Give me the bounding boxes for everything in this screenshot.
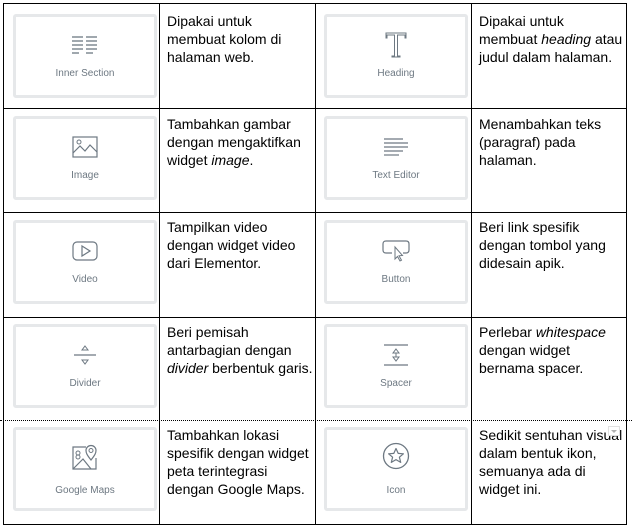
widget-label: Icon xyxy=(386,485,406,496)
description-text: Tampilkan video dengan widget video dari… xyxy=(167,219,296,271)
widget-cell: Icon xyxy=(316,421,471,524)
video-icon xyxy=(16,237,154,265)
widget-cell: Image xyxy=(4,109,159,212)
widget-card-google-maps[interactable]: Google Maps xyxy=(13,427,157,511)
description-text: Perlebar whitespace dengan widget bernam… xyxy=(479,324,606,376)
table-row: Inner Section Dipakai untuk membuat kolo… xyxy=(4,4,626,108)
inner-section-icon xyxy=(16,31,154,59)
widget-label: Google Maps xyxy=(55,485,115,496)
widget-card-divider[interactable]: Divider xyxy=(13,324,157,408)
widget-table: Inner Section Dipakai untuk membuat kolo… xyxy=(0,3,632,525)
widget-cell: Heading xyxy=(316,4,471,108)
image-icon xyxy=(16,133,154,161)
description-text: Sedikit sentuhan visual dalam bentuk iko… xyxy=(479,427,623,497)
button-icon xyxy=(327,237,465,265)
widget-card-heading[interactable]: Heading xyxy=(324,14,468,98)
widget-card-text-editor[interactable]: Text Editor xyxy=(324,116,468,200)
description-text: Dipakai untuk membuat heading atau judul… xyxy=(479,13,623,65)
spacer-icon xyxy=(327,341,465,369)
widget-card-video[interactable]: Video xyxy=(13,220,157,304)
description-cell: Dipakai untuk membuat kolom di halaman w… xyxy=(160,4,315,108)
widget-label: Video xyxy=(72,274,98,285)
widget-cell: Spacer xyxy=(316,318,471,420)
table-row: Google Maps Tambahkan lokasi spesifik de… xyxy=(4,421,626,524)
description-cell: Sedikit sentuhan visual dalam bentuk iko… xyxy=(472,421,626,524)
description-text: Dipakai untuk membuat kolom di halaman w… xyxy=(167,13,282,65)
widget-label: Text Editor xyxy=(372,170,420,181)
widget-label: Heading xyxy=(377,68,415,79)
description-text: Beri link spesifik dengan tombol yang di… xyxy=(479,219,606,271)
widget-card-inner-section[interactable]: Inner Section xyxy=(13,14,157,98)
widget-card-icon[interactable]: Icon xyxy=(324,427,468,511)
widget-card-button[interactable]: Button xyxy=(324,220,468,304)
widget-label: Button xyxy=(381,274,411,285)
star-icon xyxy=(327,442,465,470)
description-cell: Tambahkan gambar dengan mengaktifkan wid… xyxy=(160,109,315,212)
table-row: Divider Beri pemisah antarbagian dengan … xyxy=(4,318,626,420)
description-text: Tambahkan gambar dengan mengaktifkan wid… xyxy=(167,116,301,168)
widget-cell: Text Editor xyxy=(316,109,471,212)
divider-icon xyxy=(16,341,154,369)
widget-card-image[interactable]: Image xyxy=(13,116,157,200)
table-row: Video Tampilkan video dengan widget vide… xyxy=(4,213,626,317)
widget-cell: Video xyxy=(4,213,159,317)
widget-label: Image xyxy=(71,170,99,181)
description-text: Beri pemisah antarbagian dengan divider … xyxy=(167,324,313,376)
description-cell: Beri pemisah antarbagian dengan divider … xyxy=(160,318,315,420)
widget-label: Inner Section xyxy=(55,68,115,79)
cell-dropdown-button[interactable] xyxy=(608,426,620,436)
widget-cell: Button xyxy=(316,213,471,317)
description-text: Tambahkan lokasi spesifik dengan widget … xyxy=(167,427,309,497)
description-cell: Perlebar whitespace dengan widget bernam… xyxy=(472,318,626,420)
description-cell: Menambahkan teks (paragraf) pada halaman… xyxy=(472,109,626,212)
description-cell: Dipakai untuk membuat heading atau judul… xyxy=(472,4,626,108)
widget-label: Divider xyxy=(69,378,101,389)
widget-cell: Inner Section xyxy=(4,4,159,108)
description-cell: Tambahkan lokasi spesifik dengan widget … xyxy=(160,421,315,524)
widget-label: Spacer xyxy=(380,378,412,389)
widget-card-spacer[interactable]: Spacer xyxy=(324,324,468,408)
description-text: Menambahkan teks (paragraf) pada halaman… xyxy=(479,116,602,168)
description-cell: Tampilkan video dengan widget video dari… xyxy=(160,213,315,317)
text-editor-icon xyxy=(327,133,465,161)
widget-cell: Google Maps xyxy=(4,421,159,524)
widget-cell: Divider xyxy=(4,318,159,420)
table-row: Image Tambahkan gambar dengan mengaktifk… xyxy=(4,109,626,212)
description-cell: Beri link spesifik dengan tombol yang di… xyxy=(472,213,626,317)
google-maps-icon xyxy=(16,442,154,470)
heading-icon xyxy=(327,31,465,59)
